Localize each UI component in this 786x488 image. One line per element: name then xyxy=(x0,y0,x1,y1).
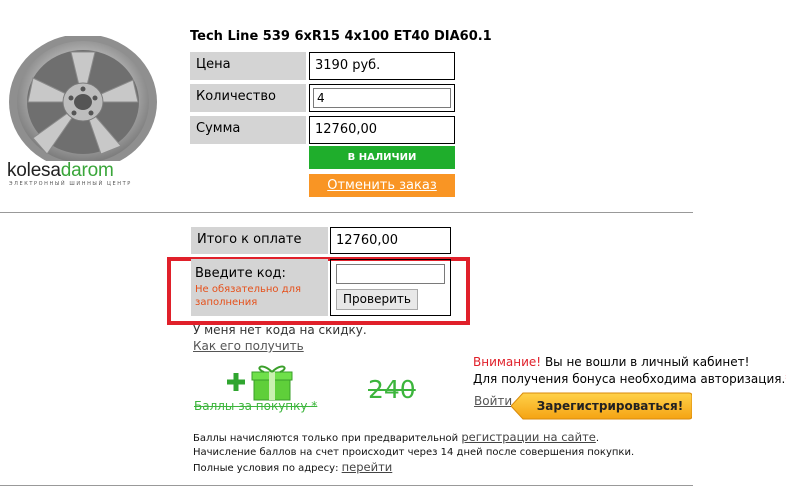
promo-code-label: Введите код: xyxy=(195,266,286,281)
divider-top xyxy=(0,212,693,213)
bonus-info-text: Баллы начисляются только при предварител… xyxy=(193,430,635,474)
quantity-label: Количество xyxy=(190,84,306,112)
register-button[interactable]: Зарегистрироваться! xyxy=(511,392,692,420)
points-label: Баллы за покупку * xyxy=(194,399,318,413)
login-warning: Внимание! Вы не вошли в личный кабинет! xyxy=(473,355,750,369)
cancel-order-button[interactable]: Отменить заказ xyxy=(309,174,455,197)
wheel-icon xyxy=(9,34,157,170)
login-link[interactable]: Войти xyxy=(474,394,512,408)
registration-link[interactable]: регистрации на сайте xyxy=(461,430,596,444)
register-label: Зарегистрироваться! xyxy=(536,399,684,413)
sum-label: Сумма xyxy=(190,116,306,144)
in-stock-badge: В НАЛИЧИИ xyxy=(309,146,455,169)
no-code-text: У меня нет кода на скидку. xyxy=(193,323,367,337)
how-to-get-link[interactable]: Как его получить xyxy=(193,339,304,353)
price-label: Цена xyxy=(190,52,306,80)
conditions-link[interactable]: перейти xyxy=(342,460,393,474)
promo-code-hint: Не обязательно для заполнения xyxy=(195,284,302,308)
quantity-input[interactable]: 4 xyxy=(313,88,451,108)
total-label: Итого к оплате xyxy=(191,227,328,254)
product-image: kolesadarom ЭЛЕКТРОННЫЙ ШИННЫЙ ЦЕНТР xyxy=(3,34,158,189)
gift-icon xyxy=(227,365,293,401)
divider-bottom xyxy=(0,485,693,486)
total-value: 12760,00 xyxy=(330,227,451,254)
brand-tagline: ЭЛЕКТРОННЫЙ ШИННЫЙ ЦЕНТР xyxy=(9,181,132,187)
check-code-button[interactable]: Проверить xyxy=(336,289,418,310)
quantity-cell: 4 xyxy=(309,84,455,112)
promo-code-input[interactable] xyxy=(336,264,445,284)
brand-logo: kolesadarom xyxy=(7,160,114,181)
points-value: 240 xyxy=(368,375,416,404)
price-value: 3190 руб. xyxy=(309,52,455,80)
auth-required-text: Для получения бонуса необходима авториза… xyxy=(473,372,786,386)
sum-value: 12760,00 xyxy=(309,116,455,144)
product-title: Tech Line 539 6xR15 4x100 ET40 DIA60.1 xyxy=(190,29,492,44)
